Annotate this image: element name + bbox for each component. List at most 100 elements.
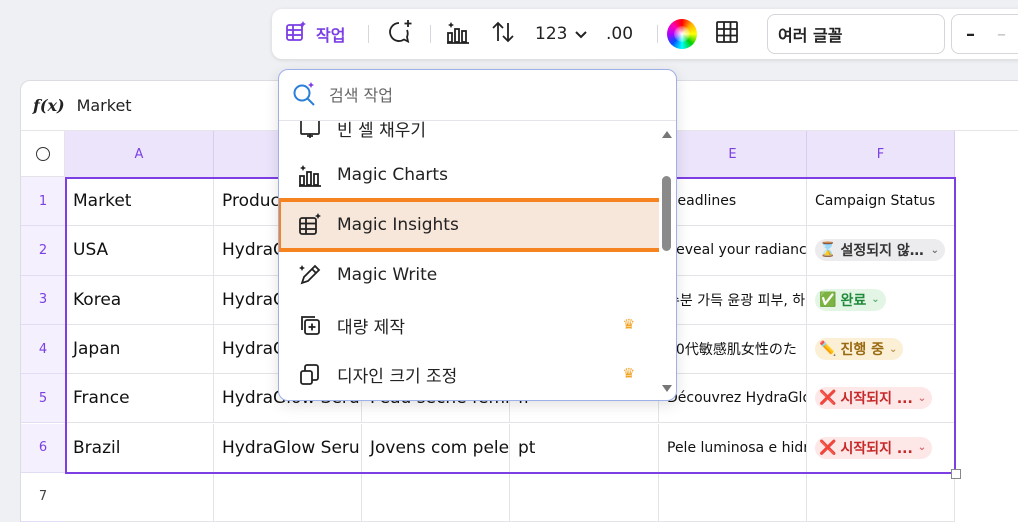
- table-cell[interactable]: Market: [65, 177, 214, 227]
- table-cell[interactable]: [510, 472, 659, 522]
- decrease-size-button[interactable]: –: [966, 24, 975, 45]
- table-cell[interactable]: Pele luminosa e hidratada: [659, 423, 807, 473]
- action-item-fill-cells[interactable]: 빈 셀 채우기: [285, 121, 659, 152]
- column-header-e[interactable]: E: [659, 131, 807, 177]
- cell-text: 수분 가득 윤광 피부, 하: [667, 292, 806, 309]
- column-header-a[interactable]: A: [65, 131, 214, 177]
- actions-button[interactable]: 작업: [284, 9, 345, 59]
- crown-icon: ♛: [622, 317, 635, 333]
- number-format-dropdown[interactable]: 123: [535, 9, 588, 59]
- table-cell[interactable]: [214, 472, 362, 522]
- table-cell[interactable]: ✏️ 진행 중 ⌄: [807, 324, 955, 375]
- font-family-label: 여러 글꼴: [778, 26, 843, 45]
- table-cell[interactable]: [362, 472, 510, 522]
- fx-label: f(x): [33, 96, 65, 115]
- action-item-resize-design[interactable]: 디자인 크기 조정 ♛: [285, 350, 659, 398]
- table-cell[interactable]: ❌ 시작되지 ... ⌄: [807, 374, 955, 424]
- status-label: 설정되지 않...: [840, 243, 926, 260]
- magic-write-icon: [297, 262, 323, 288]
- color-button[interactable]: [667, 9, 697, 59]
- table-cell[interactable]: [65, 472, 214, 522]
- scrollbar-thumb[interactable]: [662, 176, 671, 251]
- action-item-label: Magic Insights: [337, 215, 459, 235]
- table-cell[interactable]: Découvrez HydraGlow: [659, 374, 807, 424]
- cell-text: Découvrez HydraGlow: [667, 390, 807, 407]
- row-header[interactable]: 5: [21, 374, 65, 424]
- cell-text: pt: [518, 437, 536, 458]
- add-comment-icon: [386, 18, 414, 50]
- font-size-control[interactable]: – –: [951, 14, 1018, 54]
- row-header[interactable]: 6: [21, 423, 65, 473]
- table-cell[interactable]: Reveal your radiance: [659, 226, 807, 276]
- status-label: 완료: [840, 292, 867, 309]
- action-item-label: 빈 셀 채우기: [337, 121, 427, 141]
- select-all-button[interactable]: [21, 131, 65, 177]
- action-item-label: 대량 제작: [337, 317, 405, 338]
- row-header[interactable]: 1: [21, 177, 65, 227]
- table-cell[interactable]: Headlines: [659, 177, 807, 227]
- table-cell[interactable]: 40代敏感肌女性のた: [659, 324, 807, 375]
- font-size-value[interactable]: –: [997, 24, 1006, 45]
- table-cell[interactable]: Japan: [65, 324, 214, 375]
- status-badge[interactable]: ❌ 시작되지 ... ⌄: [815, 436, 933, 459]
- table-cell[interactable]: ❌ 시작되지 ... ⌄: [807, 423, 955, 473]
- table-cell[interactable]: France: [65, 374, 214, 424]
- status-badge[interactable]: ❌ 시작되지 ... ⌄: [815, 387, 933, 410]
- cell-text: Brazil: [73, 437, 121, 458]
- action-item-magic-charts[interactable]: Magic Charts: [285, 151, 659, 199]
- scroll-down-arrow-icon[interactable]: [662, 385, 672, 392]
- table-cell[interactable]: Jovens com pele: [362, 423, 510, 473]
- action-item-magic-write[interactable]: Magic Write: [285, 251, 659, 299]
- row-header[interactable]: 7: [21, 472, 65, 522]
- magic-insights-icon: [297, 212, 323, 238]
- table-cell[interactable]: [659, 472, 807, 522]
- action-search[interactable]: [279, 70, 676, 121]
- comment-button[interactable]: [386, 9, 414, 59]
- table-cell[interactable]: Campaign Status: [807, 177, 955, 227]
- table-grid-icon: [715, 20, 739, 48]
- status-badge[interactable]: ✏️ 진행 중 ⌄: [815, 338, 904, 361]
- action-search-input[interactable]: [329, 85, 629, 105]
- table-cell[interactable]: ✅ 완료 ⌄: [807, 275, 955, 325]
- borders-button[interactable]: [715, 9, 739, 59]
- chevron-down-icon: [575, 24, 588, 44]
- chart-button[interactable]: [445, 9, 471, 59]
- status-badge[interactable]: ✅ 완료 ⌄: [815, 288, 886, 311]
- bar-chart-icon: [445, 19, 471, 49]
- table-cell[interactable]: HydraGlow Serum: [214, 423, 362, 473]
- magic-search-icon: [291, 80, 317, 110]
- formula-value[interactable]: Market: [77, 96, 132, 115]
- top-toolbar: 작업 123 .00 여러 글꼴 – –: [272, 9, 1018, 59]
- sort-button[interactable]: [490, 9, 516, 59]
- cell-text: USA: [73, 240, 109, 261]
- font-family-dropdown[interactable]: 여러 글꼴: [767, 14, 945, 54]
- table-cell[interactable]: Korea: [65, 275, 214, 325]
- bulk-create-icon: [297, 312, 323, 338]
- selection-resize-handle[interactable]: [951, 468, 961, 479]
- dropdown-scrollbar[interactable]: [658, 121, 676, 400]
- scroll-up-arrow-icon[interactable]: [662, 131, 672, 138]
- table-cell[interactable]: pt: [510, 423, 659, 473]
- table-cell[interactable]: USA: [65, 226, 214, 276]
- table-cell[interactable]: ⌛ 설정되지 않... ⌄: [807, 226, 955, 276]
- cell-text: France: [73, 388, 130, 409]
- row-header[interactable]: 4: [21, 324, 65, 375]
- status-badge[interactable]: ⌛ 설정되지 않... ⌄: [815, 239, 945, 262]
- cell-text: 40代敏感肌女性のた: [667, 342, 797, 359]
- actions-label: 작업: [316, 26, 346, 45]
- status-label: 시작되지 ...: [840, 391, 913, 408]
- table-cell[interactable]: 수분 가득 윤광 피부, 하: [659, 275, 807, 325]
- cell-text: Korea: [73, 289, 122, 310]
- decimal-button[interactable]: .00: [606, 9, 633, 59]
- table-cell[interactable]: Brazil: [65, 423, 214, 473]
- status-label: 시작되지 ...: [840, 440, 913, 457]
- cell-text: HydraGlow Serum: [222, 437, 362, 458]
- table-cell[interactable]: [807, 472, 955, 522]
- column-header-f[interactable]: F: [807, 131, 955, 177]
- row-header[interactable]: 2: [21, 226, 65, 276]
- magic-grid-icon: [284, 20, 308, 48]
- action-item-magic-insights[interactable]: Magic Insights: [279, 198, 659, 252]
- action-item-bulk-create[interactable]: 대량 제작 ♛: [285, 301, 659, 349]
- color-wheel-icon: [667, 19, 697, 49]
- row-header[interactable]: 3: [21, 275, 65, 325]
